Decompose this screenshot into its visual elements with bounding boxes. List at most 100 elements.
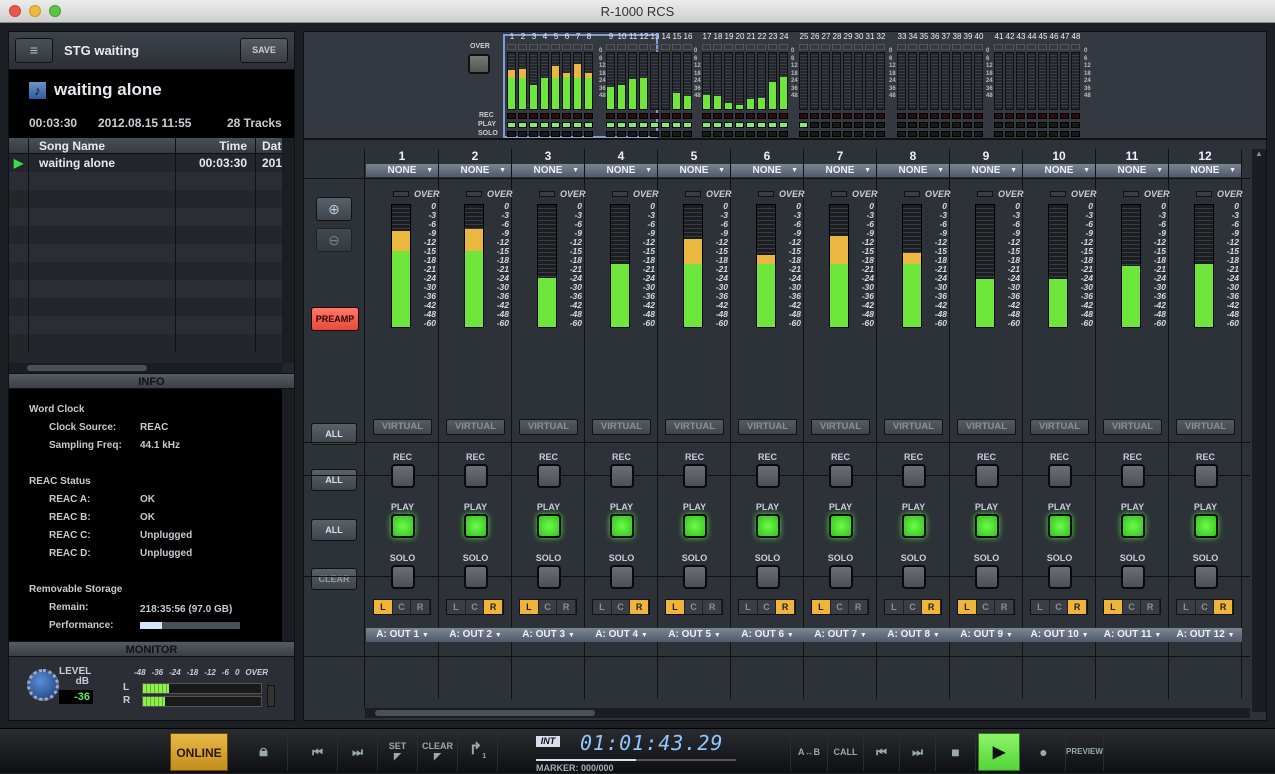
overview-play-led[interactable]	[1071, 122, 1080, 128]
rec-button[interactable]	[610, 464, 634, 488]
overview-channel[interactable]: 37	[941, 32, 951, 137]
rec-button[interactable]	[829, 464, 853, 488]
overview-rec-led[interactable]	[672, 113, 681, 119]
overview-solo-led[interactable]	[1071, 131, 1080, 137]
overview-solo-led[interactable]	[821, 131, 830, 137]
overview-solo-led[interactable]	[757, 131, 766, 137]
overview-channel[interactable]: 47	[1060, 32, 1070, 137]
overview-rec-led[interactable]	[639, 113, 648, 119]
pan-r-button[interactable]: R	[995, 600, 1015, 614]
virtual-button[interactable]: VIRTUAL	[1176, 419, 1235, 435]
column-time[interactable]: Time	[176, 138, 256, 153]
pan-l-button[interactable]: L	[593, 600, 612, 614]
output-select[interactable]: A: OUT 12 ▼	[1169, 628, 1242, 642]
overview-play-led[interactable]	[628, 122, 637, 128]
overview-play-led[interactable]	[854, 122, 863, 128]
overview-channel[interactable]: 32	[876, 32, 886, 137]
overview-channel[interactable]: 48	[1071, 32, 1081, 137]
overview-channel[interactable]: 18	[713, 32, 723, 137]
overview-channel[interactable]: 41	[994, 32, 1004, 137]
overview-rec-led[interactable]	[919, 113, 928, 119]
output-select[interactable]: A: OUT 11 ▼	[1096, 628, 1169, 642]
pan-r-button[interactable]: R	[630, 600, 650, 614]
play-button[interactable]	[975, 514, 999, 538]
overview-rec-led[interactable]	[930, 113, 939, 119]
overview-play-led[interactable]	[832, 122, 841, 128]
overview-rec-led[interactable]	[628, 113, 637, 119]
close-window-button[interactable]	[9, 5, 21, 17]
all-play-button[interactable]: ALL	[311, 519, 357, 541]
overview-channel[interactable]: 44	[1027, 32, 1037, 137]
overview-channel[interactable]: 5	[551, 32, 561, 137]
play-button[interactable]	[1121, 514, 1145, 538]
overview-solo-led[interactable]	[974, 131, 983, 137]
overview-solo-led[interactable]	[617, 131, 626, 137]
overview-play-led[interactable]	[650, 122, 659, 128]
rec-button[interactable]	[1194, 464, 1218, 488]
overview-rec-led[interactable]	[584, 113, 593, 119]
pan-l-button[interactable]: L	[374, 600, 393, 614]
pan-c-button[interactable]: C	[612, 600, 631, 614]
pan-l-button[interactable]: L	[1104, 600, 1123, 614]
solo-button[interactable]	[610, 565, 634, 589]
overview-play-led[interactable]	[617, 122, 626, 128]
pan-c-button[interactable]: C	[758, 600, 777, 614]
overview-rec-led[interactable]	[994, 113, 1003, 119]
song-row[interactable]: ▶ waiting alone 00:03:30 201	[9, 154, 294, 172]
set-marker-button[interactable]: SET ◤	[378, 733, 418, 771]
virtual-button[interactable]: VIRTUAL	[811, 419, 870, 435]
overview-solo-led[interactable]	[994, 131, 1003, 137]
input-source-select[interactable]: NONE ▼	[1023, 164, 1095, 177]
overview-play-led[interactable]	[821, 122, 830, 128]
overview-play-led[interactable]	[735, 122, 744, 128]
rec-button[interactable]	[1048, 464, 1072, 488]
overview-channel[interactable]: 8	[584, 32, 594, 137]
menu-button[interactable]: ≡	[15, 38, 53, 63]
overview-play-led[interactable]	[724, 122, 733, 128]
overview-rec-led[interactable]	[529, 113, 538, 119]
play-button[interactable]	[1194, 514, 1218, 538]
overview-rec-led[interactable]	[952, 113, 961, 119]
overview-channel[interactable]: 34	[908, 32, 918, 137]
overview-channel[interactable]: 6	[562, 32, 572, 137]
rec-button[interactable]	[683, 464, 707, 488]
info-scrollbar[interactable]	[282, 389, 294, 641]
overview-solo-led[interactable]	[919, 131, 928, 137]
mixer-vscrollbar[interactable]: ▲	[1252, 149, 1266, 712]
overview-channel[interactable]: 22	[757, 32, 767, 137]
overview-rec-led[interactable]	[683, 113, 692, 119]
overview-channel[interactable]: 2	[518, 32, 528, 137]
virtual-button[interactable]: VIRTUAL	[373, 419, 432, 435]
overview-rec-led[interactable]	[843, 113, 852, 119]
overview-rec-led[interactable]	[974, 113, 983, 119]
call-button[interactable]: CALL	[828, 733, 864, 771]
input-source-select[interactable]: NONE ▼	[585, 164, 657, 177]
overview-rec-led[interactable]	[661, 113, 670, 119]
overview-play-led[interactable]	[1049, 122, 1058, 128]
overview-solo-led[interactable]	[854, 131, 863, 137]
pan-r-button[interactable]: R	[1214, 600, 1234, 614]
overview-solo-led[interactable]	[1027, 131, 1036, 137]
overview-solo-led[interactable]	[1016, 131, 1025, 137]
overview-play-led[interactable]	[562, 122, 571, 128]
pan-l-button[interactable]: L	[1031, 600, 1050, 614]
rec-button[interactable]	[391, 464, 415, 488]
overview-rec-led[interactable]	[897, 113, 906, 119]
overview-solo-led[interactable]	[908, 131, 917, 137]
overview-play-led[interactable]	[746, 122, 755, 128]
overview-channel[interactable]: 9	[606, 32, 616, 137]
pan-l-button[interactable]: L	[447, 600, 466, 614]
overview-channel[interactable]: 29	[843, 32, 853, 137]
pan-c-button[interactable]: C	[831, 600, 850, 614]
overview-rec-led[interactable]	[650, 113, 659, 119]
zoom-out-button[interactable]: ⊖	[316, 228, 352, 252]
virtual-button[interactable]: VIRTUAL	[519, 419, 578, 435]
solo-button[interactable]	[537, 565, 561, 589]
overview-channel[interactable]: 13	[650, 32, 660, 137]
solo-button[interactable]	[464, 565, 488, 589]
zoom-in-button[interactable]: ⊕	[316, 197, 352, 221]
overview-play-led[interactable]	[974, 122, 983, 128]
overview-solo-led[interactable]	[1038, 131, 1047, 137]
overview-rec-led[interactable]	[799, 113, 808, 119]
input-source-select[interactable]: NONE ▼	[804, 164, 876, 177]
